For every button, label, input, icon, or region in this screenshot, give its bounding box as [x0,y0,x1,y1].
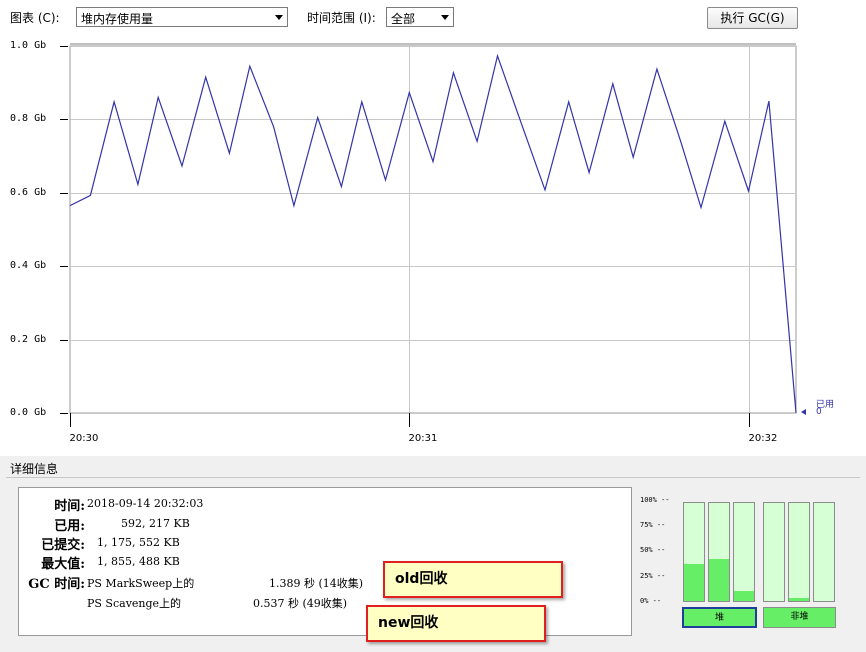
heap-pool-bar-1[interactable] [683,502,705,602]
nonheap-pool-bar-1[interactable] [763,502,785,602]
gc-row-marksweep-name: PS MarkSweep上的 [87,577,195,590]
gc-time-label: GC 时间: [28,577,85,592]
plot-area [69,45,797,414]
max-value: 1, 855, 488 KB [97,555,180,568]
gc-row-scavenge-value: 0.537 秒 (49收集) [253,597,348,610]
committed-label: 已提交: [41,538,85,553]
new-gc-annotation: new回收 [366,605,546,642]
committed-value: 1, 175, 552 KB [97,536,180,549]
heap-toggle-button[interactable]: 堆 [682,607,757,628]
gc-row-marksweep-value: 1.389 秒 (14收集) [269,577,364,590]
memory-bar-tick: 75% -- [640,521,666,530]
nonheap-pool-bar-2[interactable] [788,502,810,602]
details-divider [6,477,860,478]
memory-bar-tick: 50% -- [640,546,666,555]
heap-pool-bar-2[interactable] [708,502,730,602]
nonheap-toggle-button[interactable]: 非堆 [763,607,836,628]
max-label: 最大值: [41,557,85,572]
y-tick-label: 0.2 Gb [10,333,47,345]
heap-chart: 1.0 Gb 0.8 Gb 0.6 Gb 0.4 Gb 0.2 Gb 0.0 Gb 20:… [0,0,866,456]
y-tick-label: 0.8 Gb [10,112,47,124]
memory-bar-tick: 0% -- [640,596,662,605]
heap-pool-bar-3[interactable] [733,502,755,602]
y-tick-label: 0.6 Gb [10,186,47,198]
details-title: 详细信息 [10,462,59,476]
nonheap-pool-bar-3[interactable] [813,502,835,602]
old-gc-annotation: old回收 [383,561,563,598]
memory-bar-tick: 25% -- [640,571,666,580]
last-value-marker [801,409,806,415]
y-tick-label: 0.0 Gb [10,406,47,418]
memory-bar-tick: 100% -- [640,496,670,504]
x-tick-label: 20:32 [748,433,778,444]
used-label: 已用: [54,519,85,534]
used-value: 592, 217 KB [121,517,190,530]
gc-row-scavenge-name: PS Scavenge上的 [87,597,182,610]
y-tick-label: 1.0 Gb [10,39,47,51]
series-legend-value: 0 [816,407,822,417]
heap-chart-svg [60,43,806,427]
time-label: 时间: [54,499,85,514]
time-value: 2018-09-14 20:32:03 [87,497,204,510]
x-tick-label: 20:31 [408,433,438,444]
x-tick-label: 20:30 [69,433,99,444]
y-tick-label: 0.4 Gb [10,259,47,271]
